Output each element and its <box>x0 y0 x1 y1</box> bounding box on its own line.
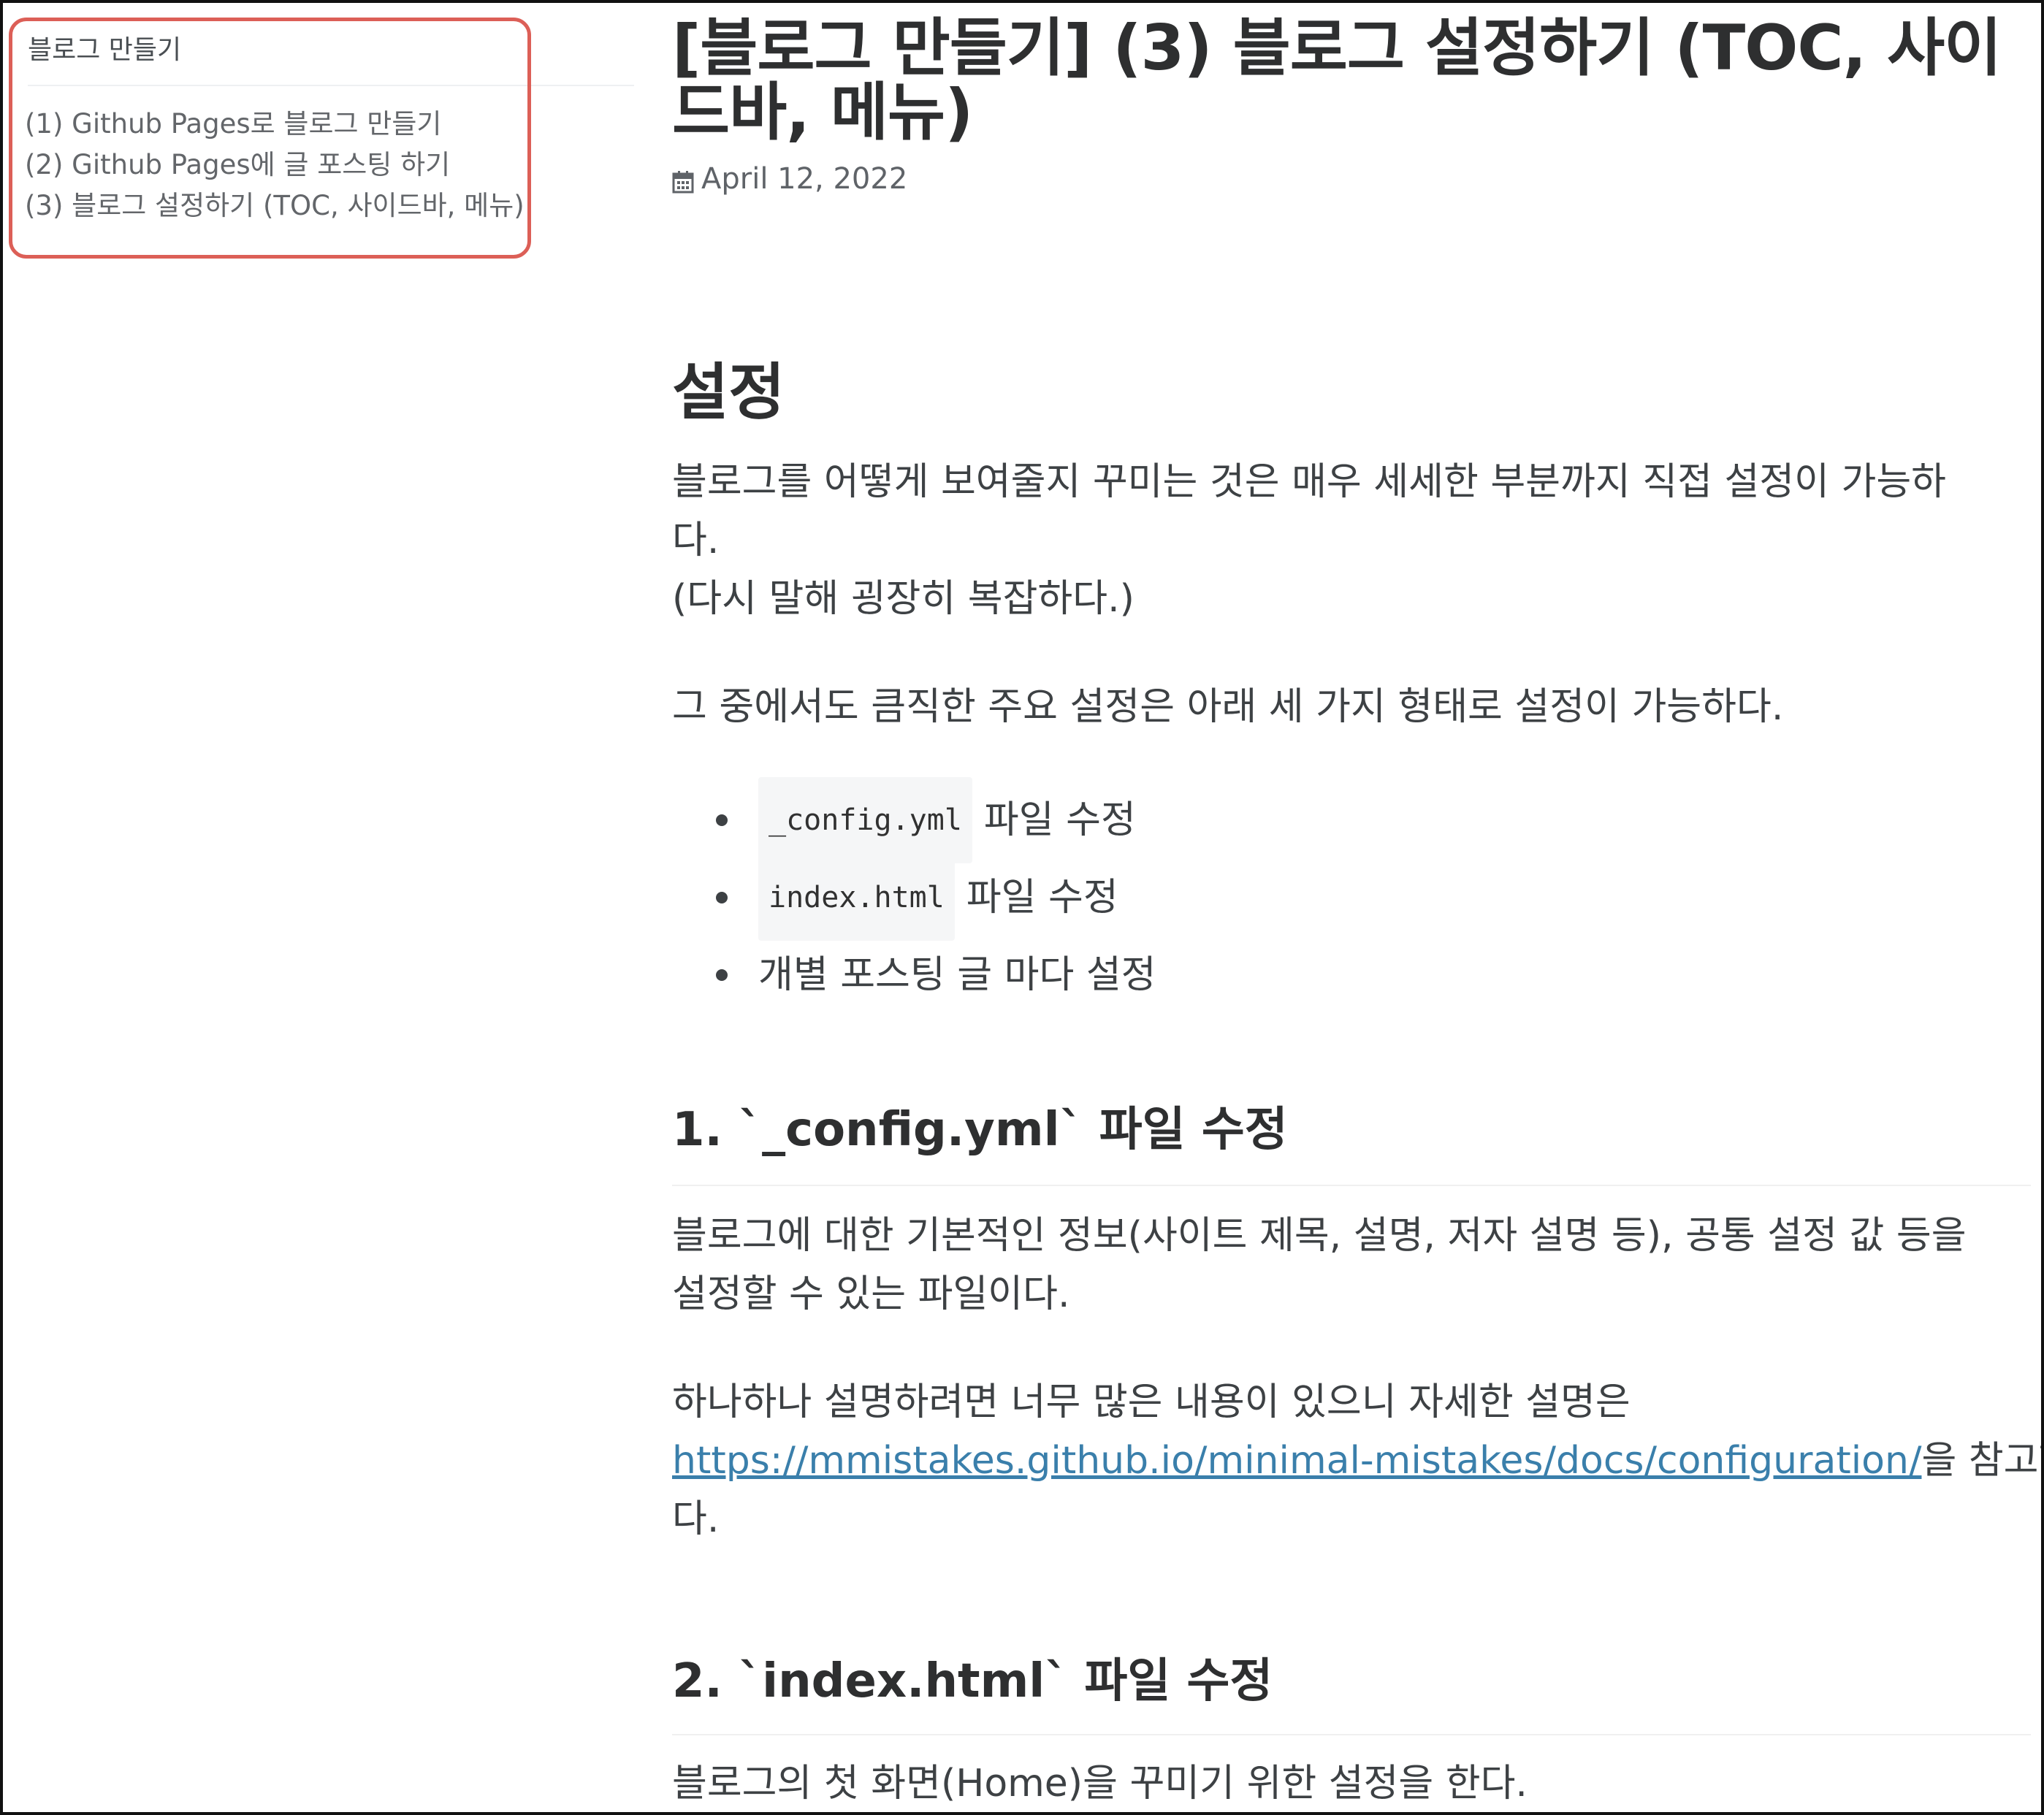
bullet-dot <box>716 814 728 826</box>
post-date: April 12, 2022 <box>701 162 908 196</box>
settings-paragraph-line2: 다. <box>672 519 720 562</box>
post-meta: April 12, 2022 <box>672 162 907 196</box>
settings-paragraph-2: 그 중에서도 큼직한 주요 설정은 아래 세 가지 형태로 설정이 가능하다. <box>672 685 1784 729</box>
sidebar-item-part2[interactable]: (2) Github Pages에 글 포스팅 하기 <box>25 145 525 186</box>
page-title: [블로그 만들기] (3) 블로그 설정하기 (TOC, 사이드바, 메뉴) <box>672 12 2002 149</box>
sidebar-item-part3-link[interactable]: (3) 블로그 설정하기 (TOC, 사이드바, 메뉴) <box>25 190 525 221</box>
sidebar-item-part2-link[interactable]: (2) Github Pages에 글 포스팅 하기 <box>25 149 450 180</box>
sidebar-nav: 블로그 만들기 (1) Github Pages로 블로그 만들기 (2) Gi… <box>18 23 634 264</box>
settings-paragraph-line1: 블로그를 어떻게 보여줄지 꾸미는 것은 매우 세세한 부분까지 직접 설정이 … <box>672 460 1947 504</box>
config-paragraph2-line2: https://mmistakes.github.io/minimal-mist… <box>672 1432 2044 1490</box>
sidebar-nav-list: (1) Github Pages로 블로그 만들기 (2) Github Pag… <box>25 104 525 226</box>
configuration-docs-link[interactable]: https://mmistakes.github.io/minimal-mist… <box>672 1439 1921 1483</box>
config-paragraph2-suffix: 을 참고한 <box>1921 1439 2044 1483</box>
section-divider <box>672 1185 2031 1186</box>
section-heading-settings: 설정 <box>672 356 785 428</box>
inline-code: _config.yml <box>758 777 972 863</box>
calendar-icon <box>672 167 694 194</box>
inline-code: index.html <box>758 855 955 941</box>
config-paragraph2-line3: 다. <box>672 1497 720 1541</box>
index-paragraph: 블로그의 첫 화면(Home)을 꾸미기 위한 설정을 한다. <box>672 1762 1528 1806</box>
list-item-text: 파일 수정 <box>966 876 1118 920</box>
config-paragraph-line2: 설정할 수 있는 파일이다. <box>672 1272 1070 1316</box>
list-item: 개별 포스팅 글 마다 설정 <box>716 936 1156 1014</box>
config-paragraph-line1: 블로그에 대한 기본적인 정보(사이트 제목, 설명, 저자 설명 등), 공통… <box>672 1214 1967 1258</box>
sidebar-item-part1[interactable]: (1) Github Pages로 블로그 만들기 <box>25 104 525 145</box>
settings-paragraph-line3: (다시 말해 굉장히 복잡하다.) <box>672 577 1135 621</box>
list-item-text: 개별 포스팅 글 마다 설정 <box>758 953 1156 997</box>
sidebar-divider <box>28 85 634 86</box>
config-paragraph2-line1: 하나하나 설명하려면 너무 많은 내용이 있으니 자세한 설명은 <box>672 1380 1631 1424</box>
settings-bullet-list: _config.yml 파일 수정 index.html 파일 수정 개별 포스… <box>716 777 1156 1014</box>
section-divider <box>672 1734 2031 1735</box>
sidebar-nav-title: 블로그 만들기 <box>28 35 182 65</box>
sidebar-item-part3[interactable]: (3) 블로그 설정하기 (TOC, 사이드바, 메뉴) <box>25 186 525 226</box>
section-heading-index: 2. `index.html` 파일 수정 <box>672 1654 1273 1708</box>
section-heading-config: 1. `_config.yml` 파일 수정 <box>672 1103 1288 1157</box>
sidebar-item-part1-link[interactable]: (1) Github Pages로 블로그 만들기 <box>25 108 441 140</box>
list-item: index.html 파일 수정 <box>716 855 1156 941</box>
list-item-text: 파일 수정 <box>983 798 1136 842</box>
list-item: _config.yml 파일 수정 <box>716 777 1156 863</box>
bullet-dot <box>716 969 728 981</box>
bullet-dot <box>716 892 728 903</box>
